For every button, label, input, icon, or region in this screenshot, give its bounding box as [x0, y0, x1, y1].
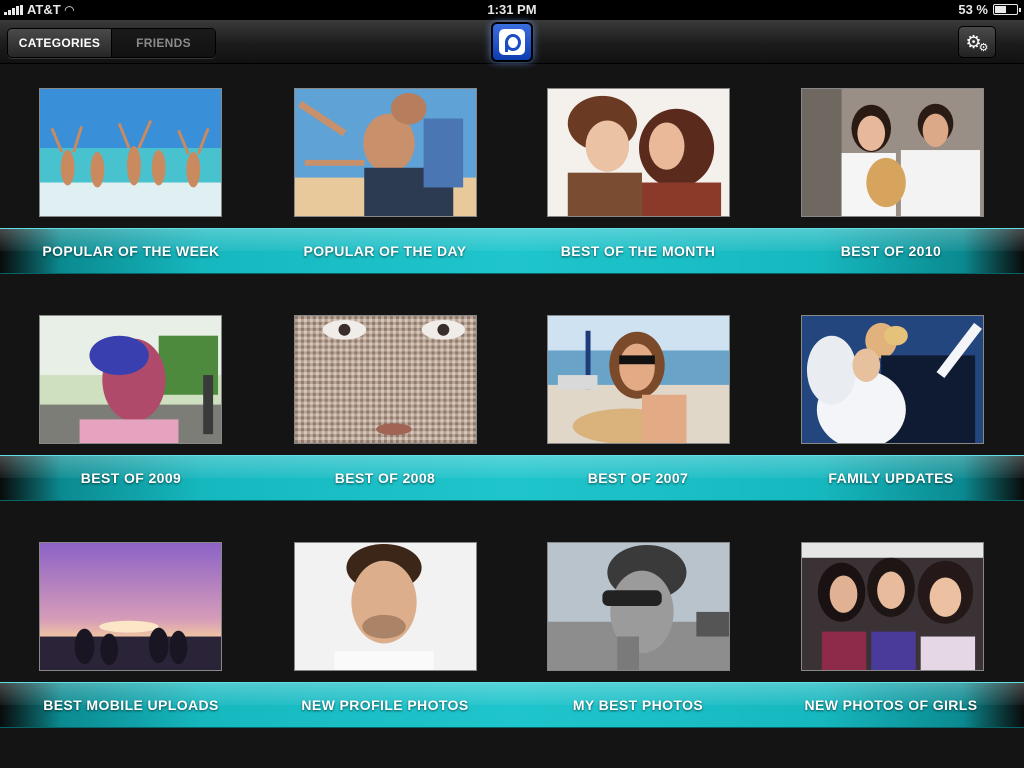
- beach-woman-photo-thumbnail[interactable]: [547, 315, 730, 444]
- category-label-photos-of-girls[interactable]: NEW PHOTOS OF GIRLS: [771, 697, 1011, 713]
- category-label-best-2010[interactable]: BEST OF 2010: [771, 243, 1011, 259]
- category-label-mobile-uploads[interactable]: BEST MOBILE UPLOADS: [11, 697, 251, 713]
- wedding-kiss-photo-thumbnail[interactable]: [801, 315, 984, 444]
- three-girls-photo-thumbnail[interactable]: [801, 542, 984, 671]
- category-label-family-updates[interactable]: FAMILY UPDATES: [771, 470, 1011, 486]
- category-label-profile-photos[interactable]: NEW PROFILE PHOTOS: [265, 697, 505, 713]
- man-portrait-photo-thumbnail[interactable]: [294, 542, 477, 671]
- app-logo-icon[interactable]: [491, 22, 533, 62]
- category-label-popular-day[interactable]: POPULAR OF THE DAY: [265, 243, 505, 259]
- painted-face-photo-thumbnail[interactable]: [39, 315, 222, 444]
- small-gear-icon: ⚙: [978, 41, 989, 54]
- couple-with-dog-photo-thumbnail[interactable]: [801, 88, 984, 217]
- skydiving-photo-thumbnail[interactable]: [294, 88, 477, 217]
- category-label-best-2008[interactable]: BEST OF 2008: [265, 470, 505, 486]
- category-label-best-2009[interactable]: BEST OF 2009: [11, 470, 251, 486]
- beach-group-photo-thumbnail[interactable]: [39, 88, 222, 217]
- status-bar: AT&T ◠ 1:31 PM 53 %: [0, 0, 1024, 20]
- mosaic-face-photo-thumbnail[interactable]: [294, 315, 477, 444]
- settings-button[interactable]: ⚙ ⚙: [958, 26, 996, 58]
- category-label-best-2007[interactable]: BEST OF 2007: [518, 470, 758, 486]
- battery-icon: [993, 4, 1021, 15]
- toolbar: CATEGORIES FRIENDS ⚙ ⚙: [0, 20, 1024, 64]
- status-right: 53 %: [958, 2, 1021, 17]
- category-label-popular-week[interactable]: POPULAR OF THE WEEK: [11, 243, 251, 259]
- category-label-my-best-photos[interactable]: MY BEST PHOTOS: [518, 697, 758, 713]
- man-sunglasses-photo-thumbnail[interactable]: [547, 542, 730, 671]
- tab-friends[interactable]: FRIENDS: [112, 29, 215, 57]
- segmented-control: CATEGORIES FRIENDS: [7, 28, 216, 58]
- tab-categories[interactable]: CATEGORIES: [8, 29, 112, 57]
- two-women-photo-thumbnail[interactable]: [547, 88, 730, 217]
- status-time: 1:31 PM: [487, 2, 537, 17]
- category-label-best-month[interactable]: BEST OF THE MONTH: [518, 243, 758, 259]
- sunset-silhouettes-photo-thumbnail[interactable]: [39, 542, 222, 671]
- battery-percent: 53 %: [958, 2, 988, 17]
